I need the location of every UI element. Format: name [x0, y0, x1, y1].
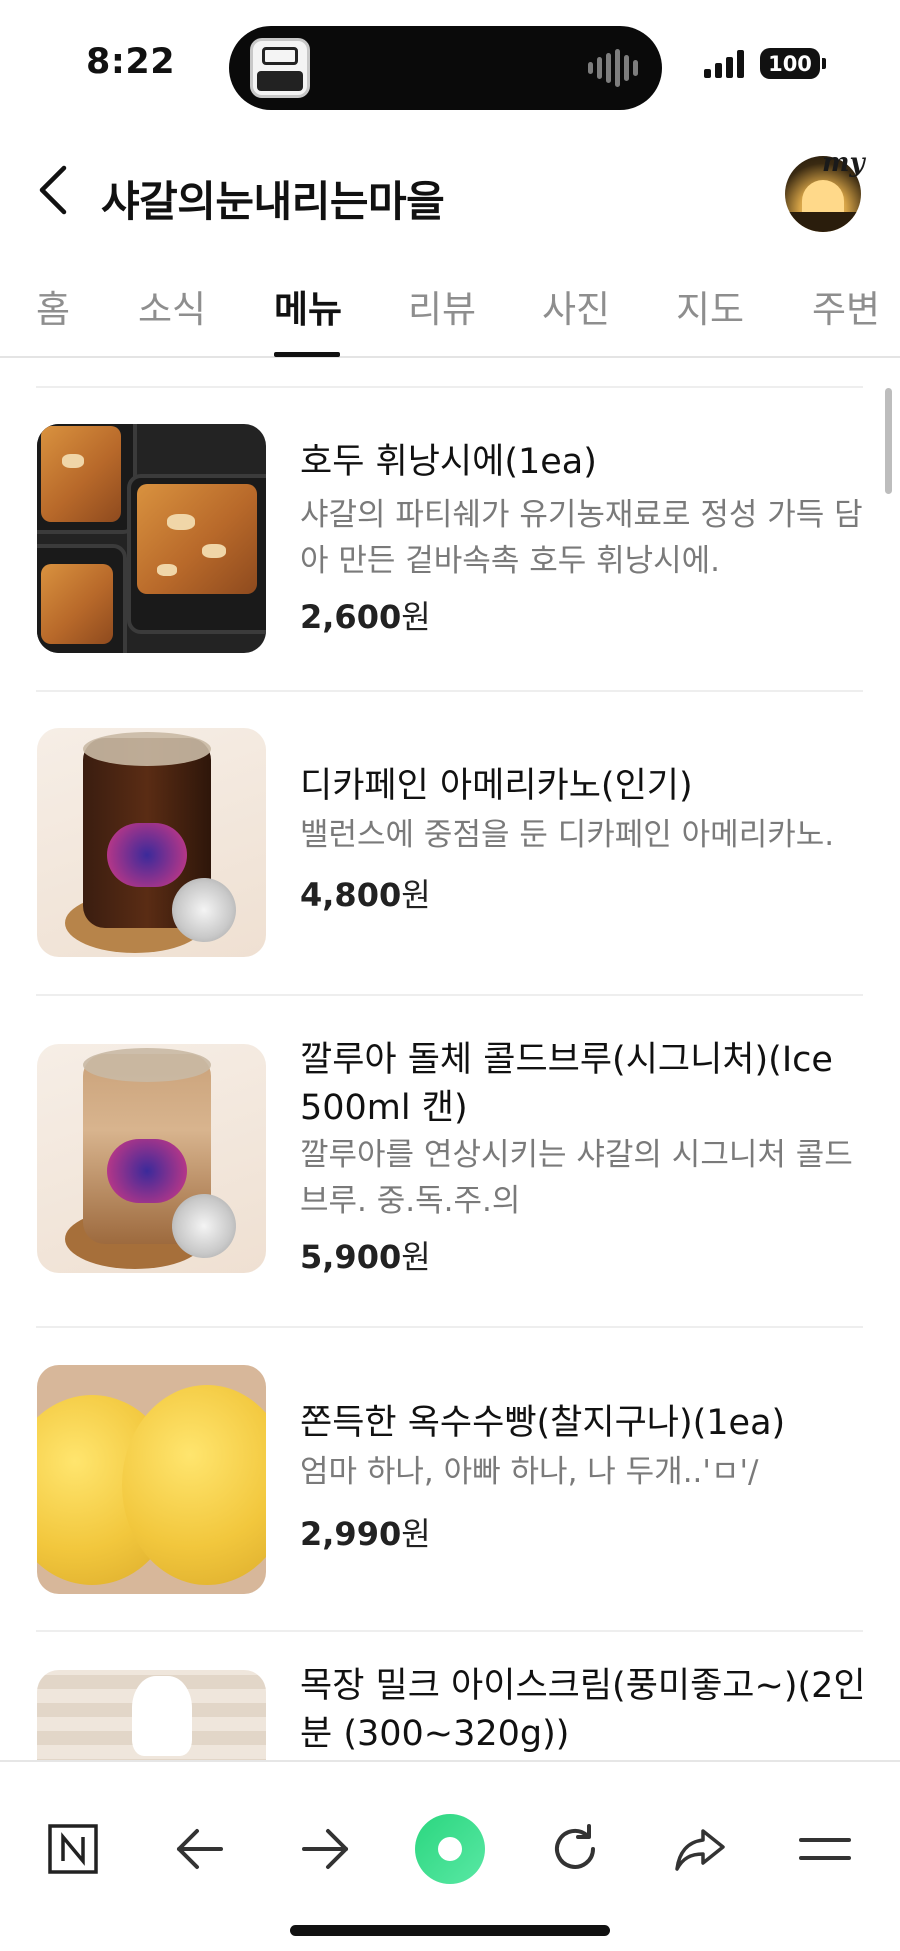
- naver-home-button[interactable]: [38, 1814, 108, 1884]
- divider: [36, 994, 863, 996]
- menu-icon: [799, 1838, 851, 1860]
- menu-item[interactable]: 디카페인 아메리카노(인기) 밸런스에 중점을 둔 디카페인 아메리카노. 4,…: [0, 728, 900, 968]
- scrollbar[interactable]: [885, 388, 892, 494]
- menu-item[interactable]: 깔루아 돌체 콜드브루(시그니처)(Ice 500ml 캔) 깔루아를 연상시키…: [0, 1040, 900, 1334]
- browser-toolbar: [0, 1760, 900, 1951]
- naver-n-icon: [48, 1824, 98, 1874]
- active-tab-indicator: [274, 352, 340, 357]
- page-title: 샤갈의눈내리는마을: [101, 177, 445, 226]
- menu-item-name: 깔루아 돌체 콜드브루(시그니처)(Ice 500ml 캔): [300, 1040, 833, 1128]
- tab-bar: 홈 소식 메뉴 리뷰 사진 지도 주변: [0, 268, 900, 358]
- menu-item-image[interactable]: [37, 1670, 266, 1760]
- menu-item-description: 밸런스에 중점을 둔 디카페인 아메리카노.: [300, 817, 835, 853]
- menu-item[interactable]: 쫀득한 옥수수빵(찰지구나)(1ea) 엄마 하나, 아빠 하나, 나 두개..…: [0, 1365, 900, 1605]
- tab-map[interactable]: 지도: [676, 276, 744, 336]
- back-button[interactable]: [28, 160, 78, 220]
- app-badge-icon[interactable]: [250, 38, 310, 98]
- audio-wave-icon: [588, 48, 638, 88]
- refresh-button[interactable]: [540, 1814, 610, 1884]
- tab-photos[interactable]: 사진: [542, 276, 610, 336]
- menu-item-price: 2,990원: [300, 1515, 431, 1553]
- battery-level: 100: [768, 51, 812, 76]
- header: 샤갈의눈내리는마을: [0, 140, 900, 240]
- menu-item-image[interactable]: [37, 424, 266, 653]
- back-arrow-icon: [177, 1829, 223, 1869]
- refresh-icon: [555, 1824, 595, 1869]
- divider: [36, 1630, 863, 1632]
- chevron-left-icon: [39, 165, 67, 215]
- menu-list[interactable]: 호두 휘낭시에(1ea) 샤갈의 파티쉐가 유기농재료로 정성 가득 담아 만든…: [0, 360, 900, 1760]
- tab-home[interactable]: 홈: [36, 276, 70, 336]
- divider: [36, 386, 863, 388]
- menu-item-name: 쫀득한 옥수수빵(찰지구나)(1ea): [300, 1403, 786, 1443]
- home-indicator[interactable]: [290, 1925, 610, 1936]
- battery-icon: 100: [760, 48, 826, 79]
- status-bar: 8:22 100: [0, 0, 900, 120]
- tab-reviews[interactable]: 리뷰: [408, 276, 476, 336]
- tab-news[interactable]: 소식: [138, 276, 206, 336]
- share-button[interactable]: [665, 1814, 735, 1884]
- green-dot-icon: [438, 1837, 462, 1861]
- menu-item-name: 호두 휘낭시에(1ea): [300, 442, 597, 482]
- signal-icon: [704, 50, 744, 78]
- my-label: my: [822, 148, 865, 178]
- menu-button[interactable]: [790, 1814, 860, 1884]
- menu-item-price: 5,900원: [300, 1238, 431, 1276]
- menu-item-price: 2,600원: [300, 598, 431, 636]
- green-dot-button[interactable]: [415, 1814, 485, 1884]
- menu-item-name: 디카페인 아메리카노(인기): [300, 766, 693, 806]
- back-nav-button[interactable]: [165, 1814, 235, 1884]
- menu-item-image[interactable]: [37, 728, 266, 957]
- menu-item-image[interactable]: [37, 1365, 266, 1594]
- share-icon: [675, 1829, 725, 1871]
- dynamic-island[interactable]: [229, 26, 662, 110]
- menu-item[interactable]: 호두 휘낭시에(1ea) 샤갈의 파티쉐가 유기농재료로 정성 가득 담아 만든…: [0, 424, 900, 664]
- tab-nearby[interactable]: 주변: [812, 276, 880, 336]
- menu-item-description: 엄마 하나, 아빠 하나, 나 두개..'ㅁ'/: [300, 1454, 759, 1490]
- menu-item-name: 목장 밀크 아이스크림(풍미좋고~)(2인분 (300~320g)): [300, 1666, 866, 1754]
- forward-arrow-icon: [302, 1829, 348, 1869]
- menu-item-image[interactable]: [37, 1044, 266, 1273]
- status-time: 8:22: [86, 42, 176, 82]
- menu-item[interactable]: 목장 밀크 아이스크림(풍미좋고~)(2인분 (300~320g)): [0, 1666, 900, 1760]
- menu-item-description: 샤갈의 파티쉐가 유기농재료로 정성 가득 담아 만든 겉바속촉 호두 휘낭시에…: [300, 497, 863, 579]
- divider: [36, 690, 863, 692]
- menu-item-price: 4,800원: [300, 876, 431, 914]
- menu-item-description: 깔루아를 연상시키는 샤갈의 시그니처 콜드브루. 중.독.주.의: [300, 1137, 853, 1219]
- divider: [36, 1326, 863, 1328]
- tab-menu[interactable]: 메뉴: [274, 276, 342, 336]
- forward-nav-button[interactable]: [290, 1814, 360, 1884]
